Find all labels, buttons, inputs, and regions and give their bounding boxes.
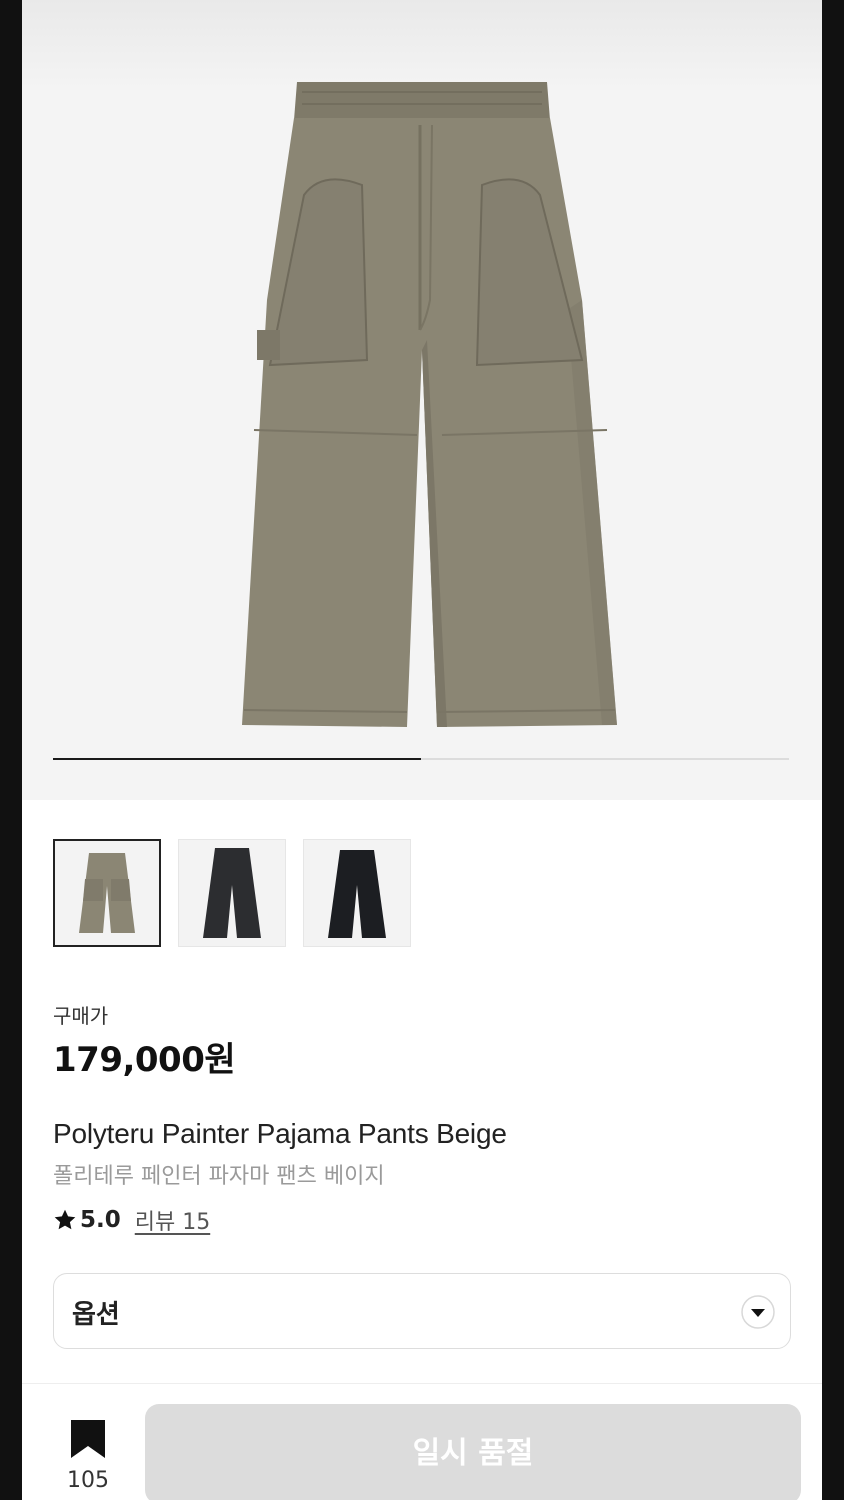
review-link[interactable]: 리뷰 15 — [135, 1204, 210, 1236]
thumbnail-image — [79, 853, 135, 933]
product-main-image — [22, 0, 822, 727]
rating-row: 5.0 리뷰 15 — [53, 1205, 210, 1235]
thumbnail-image — [328, 850, 386, 938]
thumbnail-black[interactable] — [303, 839, 411, 947]
bookmark-button[interactable]: 105 — [53, 1410, 123, 1500]
product-screen: 구매가 179,000원 Polyteru Painter Pajama Pan… — [22, 0, 822, 1500]
gallery-progress-bar — [53, 758, 789, 760]
product-image-gallery[interactable] — [22, 0, 822, 800]
price-label: 구매가 — [53, 1004, 109, 1028]
bookmark-icon — [71, 1420, 105, 1458]
gallery-progress-fill — [53, 758, 421, 760]
product-name-ko: 폴리테루 페인터 파자마 팬츠 베이지 — [53, 1164, 385, 1189]
sold-out-button[interactable]: 일시 품절 — [145, 1404, 801, 1500]
price: 179,000원 — [53, 1040, 236, 1080]
option-dropdown[interactable]: 옵션 — [53, 1273, 791, 1349]
option-label: 옵션 — [72, 1300, 120, 1330]
star-icon — [54, 1209, 76, 1230]
thumbnail-charcoal[interactable] — [178, 839, 286, 947]
thumbnail-image — [203, 848, 261, 938]
product-name-en: Polyteru Painter Pajama Pants Beige — [53, 1118, 507, 1149]
chevron-down-icon — [741, 1295, 775, 1329]
thumbnail-beige[interactable] — [53, 839, 161, 947]
divider — [22, 1383, 822, 1384]
bookmark-count: 105 — [67, 1468, 109, 1493]
rating-value: 5.0 — [80, 1207, 121, 1233]
